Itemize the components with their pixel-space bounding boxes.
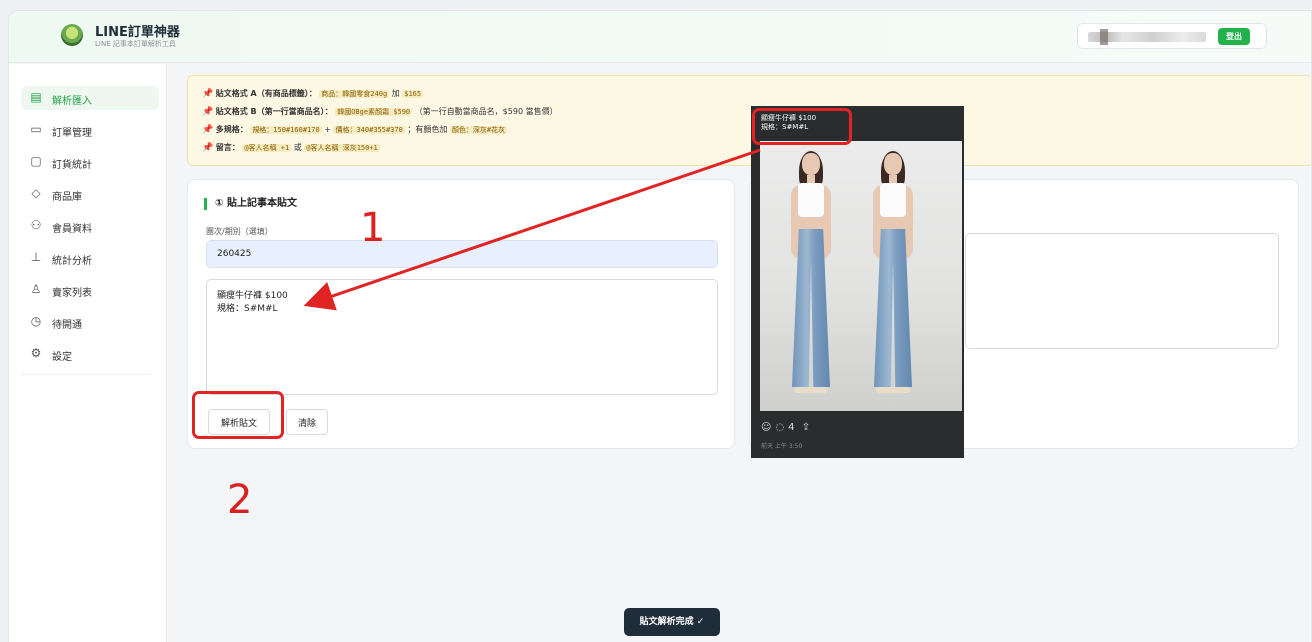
annotation-arrow bbox=[303, 148, 761, 311]
